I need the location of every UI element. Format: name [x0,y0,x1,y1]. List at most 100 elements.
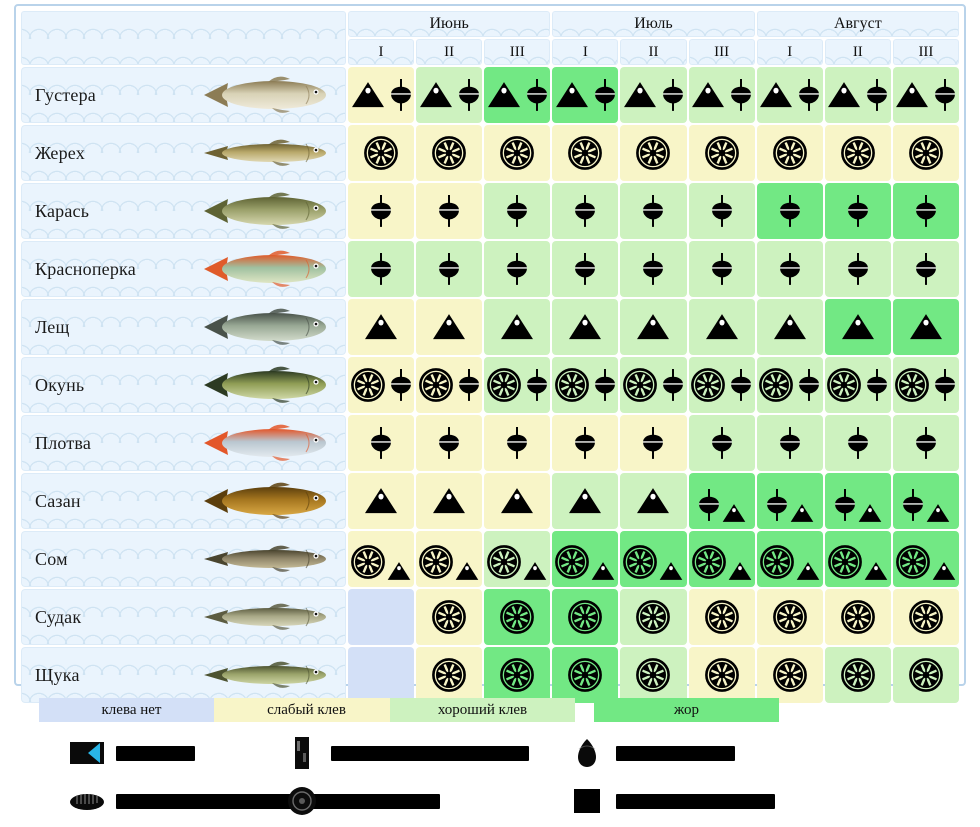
bite-cell-r7-c6[interactable] [688,415,755,471]
bite-cell-r3-c1[interactable] [348,183,415,239]
bite-cell-r7-c8[interactable] [824,415,891,471]
bite-cell-r1-c3[interactable] [484,67,551,123]
bite-cell-r3-c2[interactable] [416,183,483,239]
bite-cell-r4-c9[interactable] [892,241,959,297]
bite-cell-r2-c3[interactable] [484,125,551,181]
bite-cell-r3-c5[interactable] [620,183,687,239]
bite-cell-r8-c9[interactable] [892,473,959,529]
bite-cell-r10-c3[interactable] [484,589,551,645]
bite-cell-r2-c4[interactable] [552,125,619,181]
bite-cell-r3-c6[interactable] [688,183,755,239]
bite-cell-r3-c7[interactable] [756,183,823,239]
bite-cell-r8-c1[interactable] [348,473,415,529]
bite-cell-r4-c8[interactable] [824,241,891,297]
bite-cell-r1-c1[interactable] [348,67,415,123]
bite-cell-r6-c3[interactable] [484,357,551,413]
bite-cell-r1-c7[interactable] [756,67,823,123]
bite-cell-r10-c2[interactable] [416,589,483,645]
bite-cell-r10-c8[interactable] [824,589,891,645]
bite-cell-r5-c4[interactable] [552,299,619,355]
bite-cell-r7-c7[interactable] [756,415,823,471]
bite-cell-r2-c1[interactable] [348,125,415,181]
bite-cell-r4-c7[interactable] [756,241,823,297]
fish-name-cell-4[interactable]: Красноперка [21,241,346,297]
bite-cell-r5-c9[interactable] [892,299,959,355]
fish-name-cell-1[interactable]: Густера [21,67,346,123]
bite-cell-r10-c9[interactable] [892,589,959,645]
bite-cell-r3-c8[interactable] [824,183,891,239]
bite-cell-r9-c4[interactable] [552,531,619,587]
bite-cell-r1-c8[interactable] [824,67,891,123]
bite-cell-r2-c5[interactable] [620,125,687,181]
fish-name-cell-7[interactable]: Плотва [21,415,346,471]
bite-cell-r2-c9[interactable] [892,125,959,181]
bite-cell-r1-c4[interactable] [552,67,619,123]
fish-name-cell-3[interactable]: Карась [21,183,346,239]
bite-cell-r11-c7[interactable] [756,647,823,703]
bite-cell-r7-c9[interactable] [892,415,959,471]
bite-cell-r9-c6[interactable] [688,531,755,587]
bite-cell-r3-c4[interactable] [552,183,619,239]
bite-cell-r11-c3[interactable] [484,647,551,703]
bite-cell-r5-c5[interactable] [620,299,687,355]
bite-cell-r7-c3[interactable] [484,415,551,471]
bite-cell-r6-c8[interactable] [824,357,891,413]
bite-cell-r4-c5[interactable] [620,241,687,297]
bite-cell-r8-c5[interactable] [620,473,687,529]
bite-cell-r9-c8[interactable] [824,531,891,587]
bite-cell-r8-c6[interactable] [688,473,755,529]
fish-name-cell-11[interactable]: Щука [21,647,346,703]
bite-cell-r2-c2[interactable] [416,125,483,181]
bite-cell-r2-c6[interactable] [688,125,755,181]
bite-cell-r6-c9[interactable] [892,357,959,413]
bite-cell-r7-c4[interactable] [552,415,619,471]
bite-cell-r4-c2[interactable] [416,241,483,297]
fish-name-cell-6[interactable]: Окунь [21,357,346,413]
fish-name-cell-5[interactable]: Лещ [21,299,346,355]
bite-cell-r8-c2[interactable] [416,473,483,529]
bite-cell-r10-c4[interactable] [552,589,619,645]
bite-cell-r6-c7[interactable] [756,357,823,413]
bite-cell-r11-c5[interactable] [620,647,687,703]
bite-cell-r8-c7[interactable] [756,473,823,529]
bite-cell-r2-c8[interactable] [824,125,891,181]
bite-cell-r5-c8[interactable] [824,299,891,355]
bite-cell-r1-c9[interactable] [892,67,959,123]
bite-cell-r10-c5[interactable] [620,589,687,645]
bite-cell-r11-c2[interactable] [416,647,483,703]
bite-cell-r8-c4[interactable] [552,473,619,529]
fish-name-cell-10[interactable]: Судак [21,589,346,645]
bite-cell-r6-c1[interactable] [348,357,415,413]
bite-cell-r7-c5[interactable] [620,415,687,471]
bite-cell-r1-c6[interactable] [688,67,755,123]
bite-cell-r8-c8[interactable] [824,473,891,529]
bite-cell-r11-c4[interactable] [552,647,619,703]
bite-cell-r10-c6[interactable] [688,589,755,645]
bite-cell-r9-c5[interactable] [620,531,687,587]
fish-name-cell-9[interactable]: Сом [21,531,346,587]
bite-cell-r5-c7[interactable] [756,299,823,355]
bite-cell-r5-c1[interactable] [348,299,415,355]
bite-cell-r9-c3[interactable] [484,531,551,587]
bite-cell-r11-c6[interactable] [688,647,755,703]
bite-cell-r7-c1[interactable] [348,415,415,471]
bite-cell-r11-c9[interactable] [892,647,959,703]
bite-cell-r8-c3[interactable] [484,473,551,529]
bite-cell-r3-c9[interactable] [892,183,959,239]
bite-cell-r6-c5[interactable] [620,357,687,413]
bite-cell-r5-c3[interactable] [484,299,551,355]
bite-cell-r7-c2[interactable] [416,415,483,471]
bite-cell-r1-c5[interactable] [620,67,687,123]
bite-cell-r10-c1[interactable] [348,589,415,645]
fish-name-cell-2[interactable]: Жерех [21,125,346,181]
bite-cell-r2-c7[interactable] [756,125,823,181]
bite-cell-r10-c7[interactable] [756,589,823,645]
bite-cell-r11-c1[interactable] [348,647,415,703]
bite-cell-r3-c3[interactable] [484,183,551,239]
bite-cell-r4-c3[interactable] [484,241,551,297]
bite-cell-r4-c1[interactable] [348,241,415,297]
bite-cell-r9-c7[interactable] [756,531,823,587]
bite-cell-r5-c6[interactable] [688,299,755,355]
bite-cell-r9-c1[interactable] [348,531,415,587]
bite-cell-r5-c2[interactable] [416,299,483,355]
